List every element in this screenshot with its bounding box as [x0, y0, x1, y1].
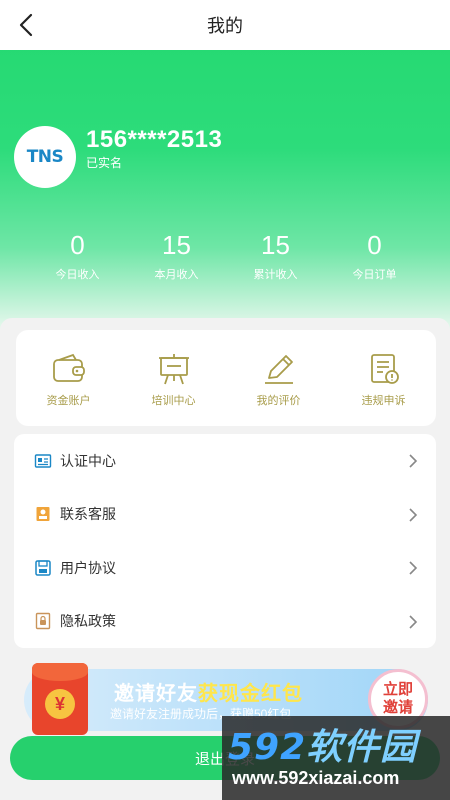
avatar[interactable]: TNS — [14, 126, 76, 188]
chevron-right-icon — [409, 454, 418, 468]
verify-status: 已实名 — [86, 155, 123, 170]
menu-item-customer-service[interactable]: 联系客服 — [14, 488, 436, 542]
banner-title: 邀请好友获现金红包 — [114, 677, 303, 706]
tool-fund-account[interactable]: 资金账户 — [16, 330, 121, 426]
envelope-flap — [32, 663, 88, 681]
stat-today-orders[interactable]: 0 今日订单 — [325, 228, 424, 282]
tool-label: 资金账户 — [46, 395, 91, 407]
page-title: 我的 — [207, 16, 243, 36]
tool-label: 我的评价 — [256, 395, 301, 407]
watermark-url: www.592xiazai.com — [232, 768, 400, 788]
easel-icon — [158, 354, 189, 385]
stat-label: 本月收入 — [154, 269, 199, 281]
stat-label: 今日订单 — [352, 269, 397, 281]
stat-value: 0 — [367, 230, 382, 260]
tools-card: 资金账户 培训中心 我的评价 违规申诉 — [16, 330, 436, 426]
stat-label: 今日收入 — [55, 269, 100, 281]
chevron-right-icon — [409, 614, 418, 629]
watermark-cn: 软件园 — [306, 727, 418, 768]
stat-value: 15 — [162, 230, 191, 260]
menu-label: 认证中心 — [60, 452, 116, 469]
profile-section: TNS 156****2513 已实名 — [14, 126, 222, 188]
menu-item-privacy-policy[interactable]: 隐私政策 — [14, 595, 436, 649]
tool-my-reviews[interactable]: 我的评价 — [226, 330, 331, 426]
avatar-logo-text: TNS — [26, 147, 64, 167]
menu-item-user-agreement[interactable]: 用户协议 — [14, 541, 436, 595]
invite-now-label: 立即邀请 — [382, 681, 413, 716]
watermark-brand: 592软件园 — [228, 718, 417, 770]
id-card-icon — [34, 454, 52, 468]
stats-row: 0 今日收入 15 本月收入 15 累计收入 0 今日订单 — [0, 228, 450, 282]
settings-menu: 认证中心 联系客服 用户协议 隐私政策 — [14, 434, 436, 648]
red-envelope-icon: ¥ — [32, 663, 88, 735]
user-phone: 156****2513 — [86, 125, 223, 153]
banner-title-plain: 邀请好友 — [114, 683, 198, 705]
stat-total-income[interactable]: 15 累计收入 — [226, 228, 325, 282]
chevron-right-icon — [409, 561, 418, 575]
menu-label: 联系客服 — [60, 506, 116, 523]
watermark: 592软件园 www.592xiazai.com — [222, 716, 450, 800]
chevron-right-icon — [409, 507, 418, 522]
stat-month-income[interactable]: 15 本月收入 — [127, 228, 226, 282]
watermark-num: 592 — [228, 727, 307, 768]
tool-violation-appeal[interactable]: 违规申诉 — [331, 330, 436, 426]
lock-doc-icon — [35, 613, 51, 630]
save-doc-icon — [35, 560, 51, 576]
tool-label: 培训中心 — [151, 395, 196, 407]
back-arrow-icon[interactable] — [14, 11, 42, 39]
menu-item-certification[interactable]: 认证中心 — [14, 434, 436, 488]
nav-bar: 我的 — [0, 0, 450, 50]
report-icon — [370, 354, 399, 384]
yen-coin: ¥ — [45, 689, 75, 719]
wallet-icon — [52, 353, 85, 382]
service-icon — [36, 507, 50, 522]
tool-label: 违规申诉 — [361, 395, 406, 407]
menu-label: 隐私政策 — [60, 613, 116, 630]
pencil-icon — [264, 355, 293, 384]
stat-today-income[interactable]: 0 今日收入 — [28, 228, 127, 282]
stat-value: 15 — [261, 230, 290, 260]
tool-training-center[interactable]: 培训中心 — [121, 330, 226, 426]
menu-label: 用户协议 — [60, 559, 116, 576]
stat-value: 0 — [70, 230, 85, 260]
banner-title-highlight: 获现金红包 — [198, 683, 303, 705]
stat-label: 累计收入 — [253, 269, 298, 281]
